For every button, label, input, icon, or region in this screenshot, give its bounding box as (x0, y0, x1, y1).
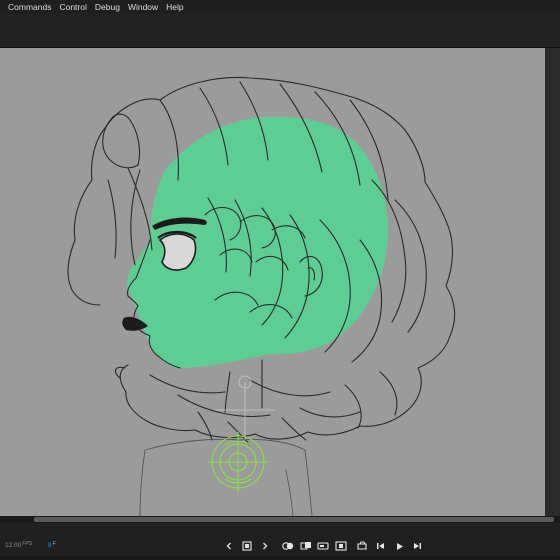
right-gutter (545, 48, 560, 516)
edit-bar (0, 14, 560, 48)
onion-skin-icon[interactable] (282, 540, 294, 552)
fps-display[interactable]: 12.00 FPS (5, 541, 33, 549)
frame-display[interactable]: 8 F (48, 541, 56, 549)
frame-unit: F (52, 541, 56, 547)
frame-value: 8 (48, 542, 52, 549)
rig-guide-lines (215, 375, 275, 440)
menu-bar: Commands Control Debug Window Help (0, 0, 560, 14)
step-back-icon[interactable] (375, 540, 387, 552)
camera-icon[interactable] (356, 540, 368, 552)
pivot-handle-icon[interactable] (208, 432, 268, 492)
menu-control[interactable]: Control (55, 0, 90, 14)
eye (158, 233, 197, 271)
fps-value: 12.00 (5, 542, 22, 549)
stage-area (0, 48, 560, 516)
timeline-controls-bar (0, 523, 560, 560)
loop-icon[interactable] (317, 540, 329, 552)
stage-canvas[interactable] (0, 48, 545, 516)
previous-keyframe-icon[interactable] (223, 540, 235, 552)
bottom-edge (0, 556, 560, 560)
menu-debug[interactable]: Debug (91, 0, 124, 14)
play-icon[interactable] (393, 540, 405, 552)
step-forward-icon[interactable] (411, 540, 423, 552)
menu-help[interactable]: Help (162, 0, 187, 14)
next-keyframe-icon[interactable] (259, 540, 271, 552)
center-frame-icon[interactable] (335, 540, 347, 552)
edit-multiple-frames-icon[interactable] (300, 540, 312, 552)
fps-unit: FPS (22, 541, 33, 547)
menu-window[interactable]: Window (124, 0, 162, 14)
character-artwork (67, 76, 456, 516)
menu-commands[interactable]: Commands (0, 0, 55, 14)
insert-keyframe-icon[interactable] (241, 540, 253, 552)
scrollbar-thumb[interactable] (34, 517, 554, 522)
